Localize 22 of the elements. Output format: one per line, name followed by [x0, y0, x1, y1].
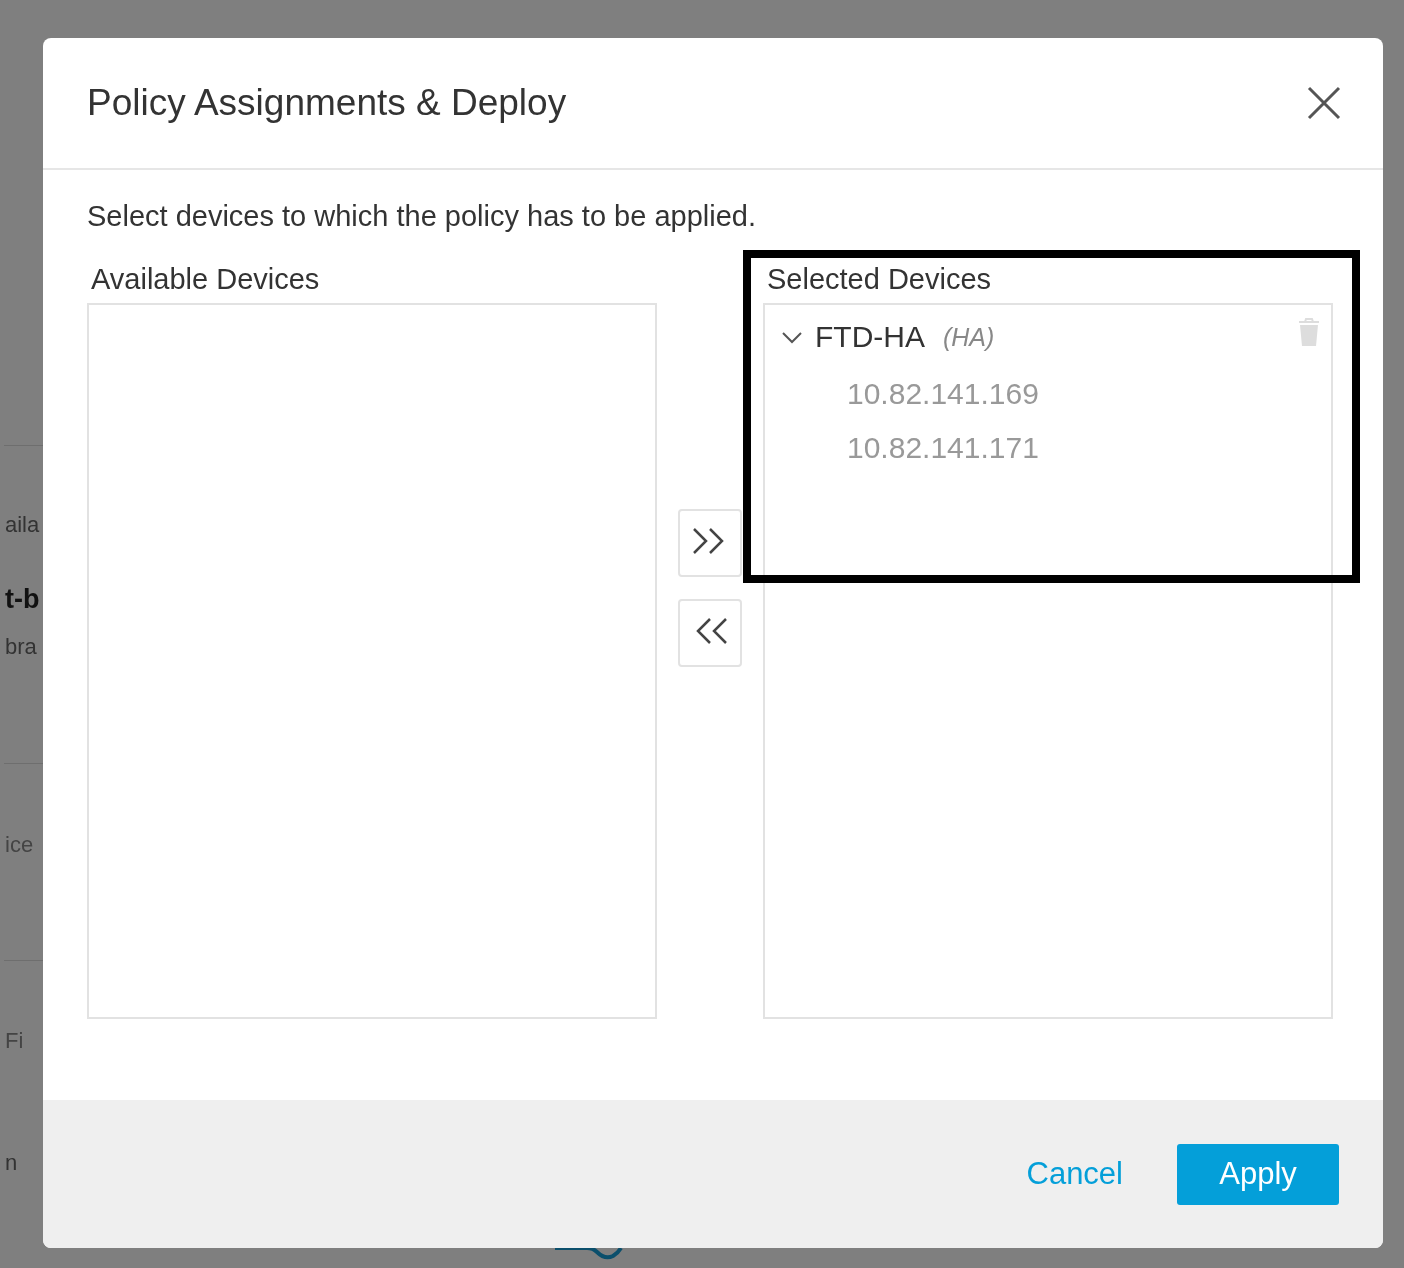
device-ip: 10.82.141.169 [846, 376, 1040, 411]
background-text: aila [5, 512, 40, 538]
add-button[interactable] [678, 509, 742, 577]
background-text: ice [5, 832, 34, 858]
cancel-button[interactable]: Cancel [1026, 1156, 1123, 1192]
close-icon[interactable] [1307, 86, 1341, 120]
device-ip: 10.82.141.171 [846, 430, 1040, 465]
background-text: Fi [5, 1028, 24, 1054]
background-text: bra [5, 634, 37, 660]
remove-button[interactable] [678, 599, 742, 667]
background-text: t-b [5, 584, 40, 615]
background-text: n [5, 1150, 18, 1176]
device-tag: (HA) [943, 322, 995, 352]
instruction-text: Select devices to which the policy has to be applied. [87, 200, 757, 233]
list-label: Available Devices [90, 263, 321, 297]
apply-button[interactable]: Apply [1177, 1143, 1339, 1205]
list-label: Selected Devices [766, 263, 993, 297]
dialog-title: Policy Assignments & Deploy [87, 82, 567, 124]
toggle-icon [553, 1246, 623, 1262]
selected-devices-list[interactable]: FTD-HA (HA) 10.82.141.169 10.82.141.171 [763, 303, 1333, 1019]
chevron-down-icon[interactable] [781, 330, 803, 344]
device-name: FTD-HA [815, 320, 925, 354]
